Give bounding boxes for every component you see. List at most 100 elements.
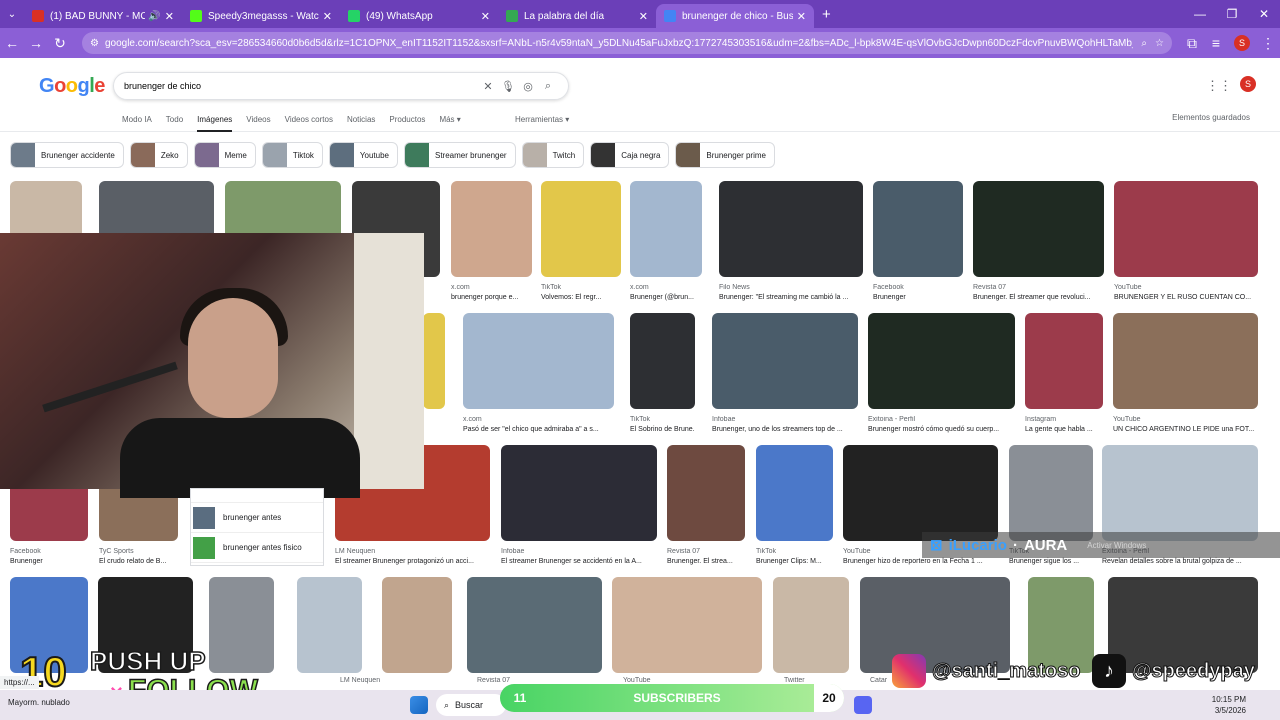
browser-tab[interactable]: brunenger de chico - Buscar co ✕ bbox=[656, 4, 814, 28]
tab-close-icon[interactable]: ✕ bbox=[165, 10, 174, 23]
result-title[interactable]: Brunenger Clips: M... bbox=[756, 558, 833, 565]
taskbar-search[interactable]: ⌕ Buscar bbox=[436, 694, 506, 716]
chip-1[interactable]: Zeko bbox=[129, 142, 188, 168]
apps-grid-icon[interactable]: ⋮⋮ bbox=[1206, 78, 1232, 94]
tab-0[interactable]: Modo IA bbox=[122, 115, 152, 132]
discord-icon[interactable] bbox=[854, 696, 872, 714]
chip-3[interactable]: Tiktok bbox=[261, 142, 323, 168]
related-item[interactable]: brunenger antes fisico bbox=[191, 533, 323, 563]
tab-list-button[interactable]: ⌄ bbox=[0, 9, 24, 20]
result-title[interactable]: brunenger porque e... bbox=[451, 294, 532, 301]
result-title[interactable]: Volvemos: El regr... bbox=[541, 294, 621, 301]
image-result[interactable] bbox=[843, 445, 998, 541]
google-logo[interactable]: Google bbox=[39, 75, 105, 98]
tab-close-icon[interactable]: ✕ bbox=[797, 10, 806, 23]
back-icon[interactable]: ← bbox=[0, 35, 24, 51]
image-result[interactable] bbox=[1114, 181, 1258, 277]
media-icon[interactable]: ≡ bbox=[1204, 35, 1228, 51]
reload-icon[interactable]: ↻ bbox=[48, 35, 72, 52]
tab-3[interactable]: Videos bbox=[246, 115, 270, 132]
result-title[interactable]: Brunenger: "El streaming me cambió la ..… bbox=[719, 294, 863, 301]
chip-5[interactable]: Streamer brunenger bbox=[403, 142, 516, 168]
tab-7[interactable]: Más ▾ bbox=[439, 115, 460, 132]
image-result[interactable] bbox=[719, 181, 863, 277]
result-title[interactable]: BRUNENGER Y EL RUSO CUENTAN CO... bbox=[1114, 294, 1258, 301]
search-icon[interactable]: ⌕ bbox=[538, 80, 558, 93]
tab-close-icon[interactable]: ✕ bbox=[323, 10, 332, 23]
result-title[interactable]: El streamer Brunenger protagonizó un acc… bbox=[335, 558, 490, 565]
chip-7[interactable]: Caja negra bbox=[590, 142, 670, 168]
browser-tab[interactable]: La palabra del día ✕ bbox=[498, 4, 656, 28]
image-result[interactable] bbox=[873, 181, 963, 277]
image-result[interactable] bbox=[1025, 313, 1103, 409]
image-result[interactable] bbox=[1102, 445, 1258, 541]
new-tab-button[interactable]: + bbox=[822, 6, 831, 23]
result-title[interactable]: UN CHICO ARGENTINO LE PIDE una FOT... bbox=[1113, 426, 1258, 433]
windows-start-icon[interactable] bbox=[410, 696, 428, 714]
image-result[interactable] bbox=[773, 577, 849, 673]
result-title[interactable]: El Sobrino de Brune... bbox=[630, 426, 695, 433]
result-title[interactable]: Brunenger bbox=[873, 294, 963, 301]
result-title[interactable]: El streamer Brunenger se accidentó en la… bbox=[501, 558, 657, 565]
image-result[interactable] bbox=[382, 577, 452, 673]
image-result[interactable] bbox=[712, 313, 858, 409]
restore-icon[interactable]: ❐ bbox=[1216, 7, 1248, 21]
browser-tab[interactable]: (49) WhatsApp ✕ bbox=[340, 4, 498, 28]
tab-2[interactable]: Imágenes bbox=[197, 115, 233, 132]
saved-items-link[interactable]: Elementos guardados bbox=[1172, 113, 1250, 122]
tab-close-icon[interactable]: ✕ bbox=[639, 10, 648, 23]
tab-audio-icon[interactable]: 🔊 bbox=[148, 11, 160, 22]
image-result[interactable] bbox=[463, 313, 614, 409]
chip-2[interactable]: Meme bbox=[193, 142, 256, 168]
result-title[interactable]: Pasó de ser "el chico que admiraba a" a … bbox=[463, 426, 614, 433]
result-title[interactable]: El crudo relato de B... bbox=[99, 558, 178, 565]
tab-close-icon[interactable]: ✕ bbox=[481, 10, 490, 23]
image-result[interactable] bbox=[451, 181, 532, 277]
image-result[interactable] bbox=[667, 445, 745, 541]
url-field[interactable]: ⚙ google.com/search?sca_esv=286534660d0b… bbox=[82, 32, 1172, 54]
image-result[interactable] bbox=[756, 445, 833, 541]
zoom-icon[interactable]: ⌕ bbox=[1141, 38, 1147, 49]
tab-6[interactable]: Productos bbox=[389, 115, 425, 132]
result-title[interactable]: Brunenger hizo de reportero en la Fecha … bbox=[843, 558, 998, 565]
image-result[interactable] bbox=[1113, 313, 1258, 409]
image-result[interactable] bbox=[501, 445, 657, 541]
tab-4[interactable]: Videos cortos bbox=[285, 115, 333, 132]
browser-menu-icon[interactable]: ⋮ bbox=[1256, 35, 1280, 52]
google-profile-avatar[interactable]: S bbox=[1240, 76, 1256, 92]
browser-tab[interactable]: Speedy3megasss - Watch the V ✕ bbox=[182, 4, 340, 28]
result-title[interactable]: Brunenger. El streamer que revoluci... bbox=[973, 294, 1104, 301]
clear-icon[interactable]: ✕ bbox=[478, 80, 498, 93]
minimize-icon[interactable]: — bbox=[1184, 7, 1216, 21]
chip-6[interactable]: Twitch bbox=[521, 142, 585, 168]
related-item[interactable] bbox=[191, 489, 323, 503]
image-result[interactable] bbox=[973, 181, 1104, 277]
result-title[interactable]: La gente que habla ... bbox=[1025, 426, 1103, 433]
extensions-icon[interactable]: ⧉ bbox=[1180, 35, 1204, 52]
image-result[interactable] bbox=[1009, 445, 1093, 541]
image-result[interactable] bbox=[541, 181, 621, 277]
browser-tab[interactable]: (1) BAD BUNNY - MONACO🔊 ✕ bbox=[24, 4, 182, 28]
related-item[interactable]: brunenger antes bbox=[191, 503, 323, 533]
tools-button[interactable]: Herramientas ▾ bbox=[515, 115, 569, 124]
result-title[interactable]: Brunenger bbox=[10, 558, 88, 565]
tab-1[interactable]: Todo bbox=[166, 115, 183, 132]
image-result[interactable] bbox=[630, 313, 695, 409]
result-title[interactable]: Brunenger mostró cómo quedó su cuerp... bbox=[868, 426, 1015, 433]
result-title[interactable]: Brunenger (@brun... bbox=[630, 294, 702, 301]
image-result[interactable] bbox=[612, 577, 762, 673]
close-window-icon[interactable]: ✕ bbox=[1248, 7, 1280, 21]
image-result[interactable] bbox=[467, 577, 602, 673]
tab-5[interactable]: Noticias bbox=[347, 115, 375, 132]
chip-8[interactable]: Brunenger prime bbox=[675, 142, 775, 168]
search-input[interactable] bbox=[124, 81, 478, 91]
browser-profile-avatar[interactable]: S bbox=[1234, 35, 1250, 51]
forward-icon[interactable]: → bbox=[24, 35, 48, 51]
result-title[interactable]: Revelan detalles sobre la brutal golpiza… bbox=[1102, 558, 1258, 565]
result-title[interactable]: Brunenger sigue los ... bbox=[1009, 558, 1093, 565]
clock[interactable]: 10:15 PM 3/5/2026 bbox=[1212, 694, 1246, 716]
voice-search-icon[interactable]: 🎙 bbox=[498, 80, 518, 93]
result-title[interactable]: Brunenger, uno de los streamers top de .… bbox=[712, 426, 858, 433]
image-result[interactable] bbox=[630, 181, 702, 277]
chip-0[interactable]: Brunenger accidente bbox=[10, 142, 124, 168]
